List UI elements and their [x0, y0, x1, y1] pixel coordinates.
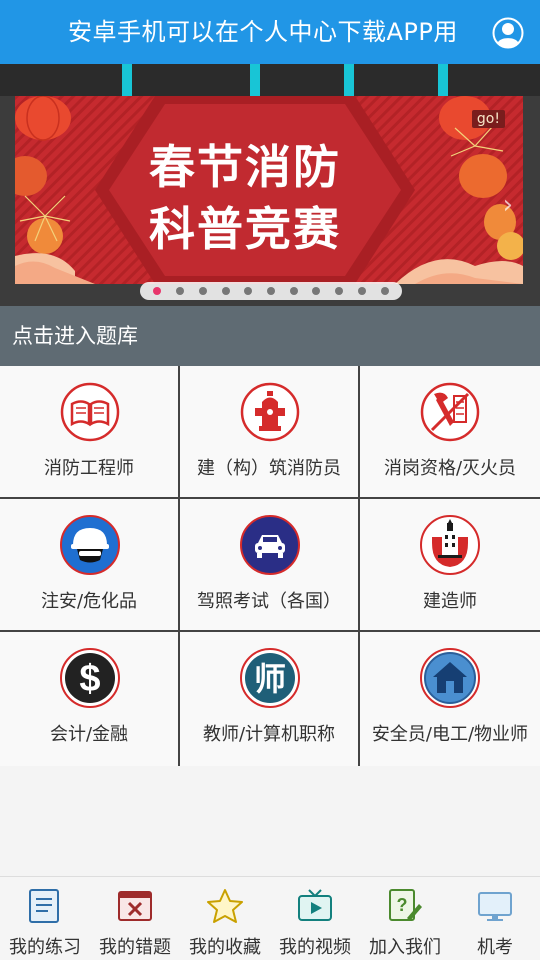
category-label: 建（构）筑消防员: [197, 458, 341, 479]
carousel-dot[interactable]: [176, 287, 185, 295]
carousel-dot[interactable]: [335, 287, 344, 295]
category-label: 教师/计算机职称: [202, 724, 336, 745]
svg-text:师: 师: [254, 660, 286, 698]
banner-slide[interactable]: 春节消防 科普竞赛 go! ›: [15, 96, 523, 284]
banner-headline-line1: 春节消防: [149, 140, 341, 194]
wrong-answers-icon: [118, 891, 152, 921]
nav-computer-exam[interactable]: 机考: [450, 877, 540, 960]
nav-label: 我的收藏: [189, 937, 261, 958]
svg-text:$: $: [79, 658, 100, 700]
nav-label: 我的练习: [9, 937, 81, 958]
banner-post: [250, 64, 260, 96]
banner-post: [438, 64, 448, 96]
nav-label: 我的视频: [279, 937, 351, 958]
nav-label: 我的错题: [99, 937, 171, 958]
carousel-dot[interactable]: [289, 287, 298, 295]
carousel-indicator: [140, 282, 402, 300]
carousel-dot[interactable]: [244, 287, 253, 295]
category-safety-electric[interactable]: 安全员/电工/物业师: [360, 632, 540, 766]
carousel-dot[interactable]: [266, 287, 275, 295]
nav-join-us[interactable]: ? 加入我们: [360, 877, 450, 960]
banner-carousel[interactable]: 春节消防 科普竞赛 go! ›: [0, 64, 540, 306]
carousel-dot[interactable]: [153, 287, 162, 295]
house-icon: [420, 648, 480, 708]
category-fire-engineer[interactable]: 消防工程师: [0, 366, 180, 499]
nav-my-favorites[interactable]: 我的收藏: [180, 877, 270, 960]
question-edit-icon: ?: [389, 889, 422, 921]
document-icon: [29, 889, 59, 923]
category-safety-hazmat[interactable]: 注安/危化品: [0, 499, 180, 632]
carousel-dot[interactable]: [198, 287, 207, 295]
fire-hydrant-icon: [240, 382, 300, 442]
category-label: 消岗资格/灭火员: [383, 458, 517, 479]
star-icon: [207, 889, 243, 923]
section-title: 点击进入题库: [0, 306, 540, 366]
banner-headline-line2: 科普竞赛: [149, 202, 341, 256]
category-grid: 消防工程师 建（构）筑消防员 消岗资格/灭火员 注安/危化品 驾照考试（各国） …: [0, 366, 540, 766]
carousel-dot[interactable]: [380, 287, 389, 295]
open-book-icon: [60, 382, 120, 442]
category-label: 安全员/电工/物业师: [371, 724, 529, 745]
no-fire-axe-icon: [420, 382, 480, 442]
banner-post: [122, 64, 132, 96]
car-icon: [240, 515, 300, 575]
user-profile-icon[interactable]: [492, 17, 524, 49]
category-accounting-finance[interactable]: $ 会计/金融: [0, 632, 180, 766]
header-title: 安卓手机可以在个人中心下载APP用: [68, 18, 458, 46]
banner-top-strip: [0, 64, 540, 96]
tv-icon: [298, 889, 332, 921]
helmet-icon: [60, 515, 120, 575]
nav-label: 机考: [477, 937, 513, 958]
category-label: 建造师: [423, 591, 477, 612]
category-label: 驾照考试（各国）: [197, 591, 341, 612]
carousel-dot[interactable]: [312, 287, 321, 295]
bottom-nav: 我的练习 我的错题 我的收藏 我的视频 ? 加入我们 机考: [0, 876, 540, 960]
category-label: 会计/金融: [49, 724, 129, 745]
category-fire-qualification[interactable]: 消岗资格/灭火员: [360, 366, 540, 499]
category-teacher-computer[interactable]: 师 教师/计算机职称: [180, 632, 360, 766]
dollar-icon: $: [60, 648, 120, 708]
carousel-dot[interactable]: [357, 287, 366, 295]
banner-go-badge: go!: [471, 110, 505, 128]
category-building-firefighter[interactable]: 建（构）筑消防员: [180, 366, 360, 499]
nav-my-mistakes[interactable]: 我的错题: [90, 877, 180, 960]
building-icon: [420, 515, 480, 575]
app-header: 安卓手机可以在个人中心下载APP用: [0, 0, 540, 64]
nav-my-videos[interactable]: 我的视频: [270, 877, 360, 960]
category-label: 注安/危化品: [40, 591, 138, 612]
monitor-icon: [478, 892, 512, 921]
category-constructor[interactable]: 建造师: [360, 499, 540, 632]
svg-text:?: ?: [397, 895, 408, 915]
category-label: 消防工程师: [44, 458, 134, 479]
teacher-icon: 师: [240, 648, 300, 708]
nav-label: 加入我们: [369, 937, 441, 958]
carousel-dot[interactable]: [221, 287, 230, 295]
category-driving-test[interactable]: 驾照考试（各国）: [180, 499, 360, 632]
banner-post: [344, 64, 354, 96]
chevron-right-icon[interactable]: ›: [503, 190, 513, 220]
banner-headline: 春节消防 科普竞赛: [75, 136, 415, 260]
nav-my-practice[interactable]: 我的练习: [0, 877, 90, 960]
